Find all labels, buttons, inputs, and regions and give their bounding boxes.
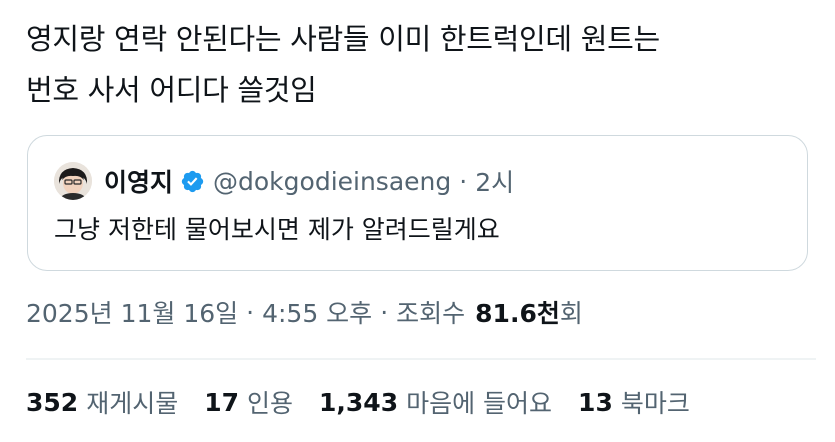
quoted-tweet-header: 이영지 @dokgodieinsaeng · 2시 [54,161,514,201]
quoted-tweet-text: 그냥 저한테 물어보시면 제가 알려드릴게요 [54,215,500,244]
stat-reposts[interactable]: 352 재게시물 [26,384,178,420]
divider [26,358,816,360]
stat-number: 352 [26,387,79,417]
stat-label: 마음에 들어요 [406,389,553,418]
engagement-stats: 352 재게시물 17 인용 1,343 마음에 들어요 13 북마크 [26,382,716,422]
quoted-tweet[interactable]: 이영지 @dokgodieinsaeng · 2시 그냥 저한테 물어보시면 제… [27,135,808,271]
stat-likes[interactable]: 1,343 마음에 들어요 [319,384,552,420]
views-label: 조회수 [396,299,466,328]
views-count: 81.6천 [475,299,560,328]
stat-label: 재게시물 [86,389,179,418]
separator-dot: · [246,297,255,327]
stat-number: 17 [204,387,239,417]
avatar[interactable] [54,162,92,200]
stat-bookmarks[interactable]: 13 북마크 [578,384,690,420]
stat-number: 1,343 [319,387,399,417]
tweet-meta: 2025년 11월 16일 · 4:55 오후 · 조회수 81.6천 회 [26,292,583,332]
quoted-author-name[interactable]: 이영지 [104,163,173,199]
views-suffix: 회 [559,299,583,328]
tweet-text: 영지랑 연락 안된다는 사람들 이미 한트럭인데 원트는 번호 사서 어디다 쓸… [26,22,660,107]
stat-quotes[interactable]: 17 인용 [204,384,293,420]
separator-dot: · [380,297,389,327]
tweet-time[interactable]: 4:55 오후 [262,294,372,330]
separator-dot: · [459,166,468,196]
tweet-date[interactable]: 2025년 11월 16일 [26,294,238,330]
quoted-tweet-time[interactable]: 2시 [475,163,514,199]
stat-label: 북마크 [620,389,690,418]
verified-badge-icon [181,170,204,192]
stat-number: 13 [578,387,613,417]
quoted-author-handle[interactable]: @dokgodieinsaeng [213,167,451,196]
profile-avatar-icon [54,162,92,200]
tweet: 영지랑 연락 안된다는 사람들 이미 한트럭인데 원트는 번호 사서 어디다 쓸… [0,0,835,442]
stat-label: 인용 [247,389,294,418]
